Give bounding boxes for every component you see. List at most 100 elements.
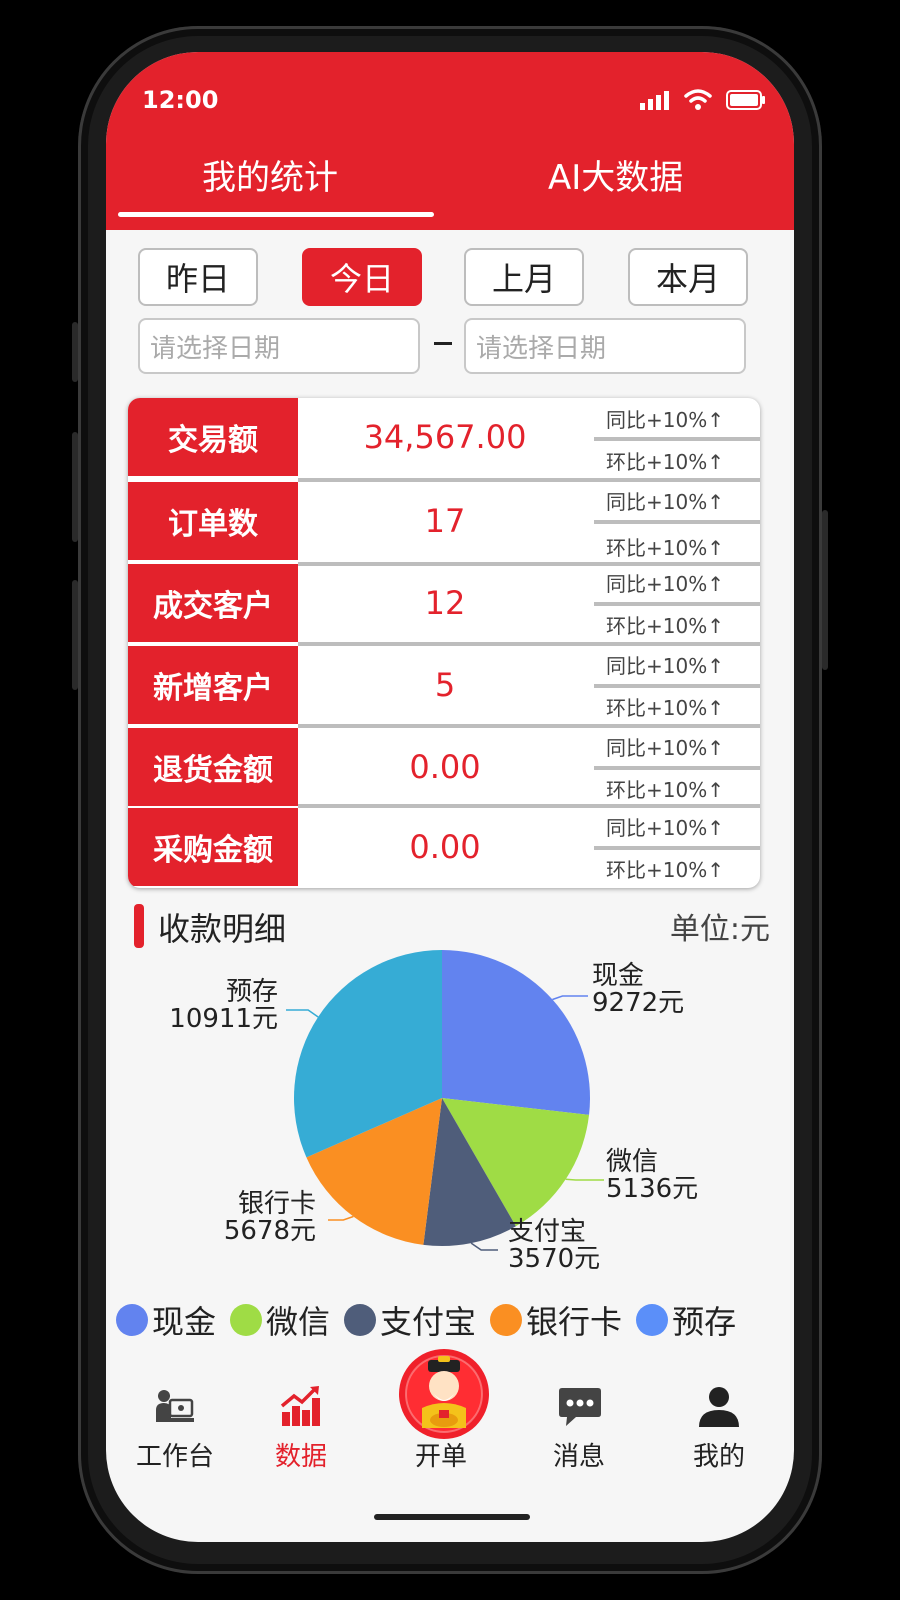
pie-label-name: 银行卡 [238,1189,316,1219]
pie-label-name: 现金 [592,961,644,991]
legend-item-cash[interactable]: 现金 [116,1297,216,1343]
stat-mom: 环比+10%↑ [606,613,724,638]
stat-label: 采购金额 [128,808,298,886]
stat-split-divider [594,437,760,441]
legend-dot [230,1304,263,1336]
pie-label-name: 支付宝 [508,1217,586,1247]
stat-value: 0.00 [409,748,481,786]
stat-mom: 环比+10%↑ [606,535,724,560]
stat-row-purchase[interactable]: 采购金额 0.00 同比+10%↑ 环比+10%↑ [128,808,760,888]
legend-item-wechat[interactable]: 微信 [230,1297,330,1343]
receipts-pie-chart: 现金9272元微信5136元支付宝3570元 银行卡5678元 预存10911元 [169,950,698,1274]
status-time: 12:00 [142,86,219,114]
stat-mom: 环比+10%↑ [606,449,724,474]
legend-dot [636,1304,669,1336]
pie-slice-0[interactable] [442,950,590,1115]
legend-label: 现金 [152,1303,217,1341]
stat-value: 12 [424,584,466,622]
stat-yoy: 同比+10%↑ [606,489,724,514]
stat-row-orders[interactable]: 订单数 17 同比+10%↑ 环比+10%↑ [128,482,760,562]
section-accent-bar [134,904,144,948]
legend-label: 银行卡 [526,1303,623,1341]
pie-leader-line [328,1215,354,1221]
stat-yoy: 同比+10%↑ [606,735,724,760]
pie-label-value: 10911元 [169,1004,278,1034]
stat-value: 17 [424,502,466,540]
phone-side-button [72,580,78,690]
app-header: 12:00 我的统计 AI大数据 [106,52,794,230]
status-icons [640,88,766,110]
legend-label: 微信 [266,1303,331,1341]
nav-label: 工作台 [135,1442,214,1472]
app-screen: 12:00 我的统计 AI大数据 昨日 今日 上月 本月 请选择日期 请选择日期… [106,52,794,1542]
pie-legend: 现金 微信 支付宝 银行卡 预存 [116,1298,794,1342]
end-date-field[interactable]: 请选择日期 [464,318,746,374]
pie-leader-line [552,995,588,1001]
phone-side-button [822,510,828,670]
stat-row-transaction[interactable]: 交易额 34,567.00 同比+10%↑ 环比+10%↑ [128,398,760,478]
legend-dot [344,1304,377,1336]
tab-ai-big-data[interactable]: AI大数据 [548,150,683,199]
stat-label: 退货金额 [128,728,298,806]
phone-side-button [72,322,78,382]
stat-yoy: 同比+10%↑ [606,571,724,596]
phone-side-button [72,432,78,542]
legend-label: 预存 [672,1303,737,1341]
legend-dot [116,1304,148,1336]
legend-item-prepaid[interactable]: 预存 [636,1297,736,1343]
wifi-icon [684,89,712,110]
stat-value: 34,567.00 [363,418,527,456]
fortune-god-icon [399,1349,489,1439]
date-button-yesterday[interactable]: 昨日 [138,248,258,306]
pie-leader-line [565,1178,604,1181]
signal-icon [640,91,669,110]
stat-split-divider [594,520,760,524]
chart-bars-icon [280,1386,320,1426]
stat-label: 订单数 [128,482,298,560]
stat-label: 新增客户 [128,646,298,724]
home-indicator [374,1514,530,1520]
pie-label-value: 9272元 [592,988,684,1018]
pie-label-value: 5136元 [606,1174,698,1204]
stat-row-customers[interactable]: 成交客户 12 同比+10%↑ 环比+10%↑ [128,564,760,644]
date-button-today[interactable]: 今日 [302,248,422,306]
stat-yoy: 同比+10%↑ [606,815,724,840]
legend-item-bank-card[interactable]: 银行卡 [490,1297,622,1343]
workbench-icon [156,1390,194,1422]
legend-dot [490,1304,523,1336]
date-range-separator [434,342,452,345]
stat-value: 5 [434,666,456,704]
pie-leader-line [470,1242,498,1251]
date-button-last-month[interactable]: 上月 [464,248,584,306]
pie-leader-line [286,1009,319,1018]
pie-label-name: 预存 [226,977,278,1007]
stats-table: 交易额 34,567.00 同比+10%↑ 环比+10%↑ 订单数 17 同比+… [128,398,760,888]
pie-label-name: 微信 [606,1147,658,1177]
stat-row-new-customers[interactable]: 新增客户 5 同比+10%↑ 环比+10%↑ [128,646,760,726]
pie-label-value: 3570元 [508,1244,600,1274]
stat-yoy: 同比+10%↑ [606,407,724,432]
battery-icon [726,90,765,110]
pie-label-value: 5678元 [224,1216,316,1246]
message-bubble-icon [559,1388,601,1426]
receipts-section-title: 收款明细 [158,910,287,948]
legend-label: 支付宝 [380,1303,477,1341]
stat-label: 成交客户 [128,564,298,642]
legend-item-alipay[interactable]: 支付宝 [344,1297,476,1343]
stat-mom: 环比+10%↑ [606,777,724,802]
tab-my-stats[interactable]: 我的统计 [202,150,338,199]
nav-label: 开单 [414,1442,467,1472]
stat-mom: 环比+10%↑ [606,695,724,720]
person-icon [699,1387,739,1427]
nav-label: 我的 [692,1442,745,1472]
stat-row-refund[interactable]: 退货金额 0.00 同比+10%↑ 环比+10%↑ [128,728,760,808]
nav-label: 消息 [552,1442,605,1472]
receipts-unit: 单位:元 [669,912,770,947]
stat-yoy: 同比+10%↑ [606,653,724,678]
start-date-field[interactable]: 请选择日期 [138,318,420,374]
active-tab-indicator [118,212,434,217]
nav-label: 数据 [274,1442,327,1472]
stat-label: 交易额 [128,398,298,476]
stat-mom: 环比+10%↑ [606,857,724,882]
date-button-this-month[interactable]: 本月 [628,248,748,306]
